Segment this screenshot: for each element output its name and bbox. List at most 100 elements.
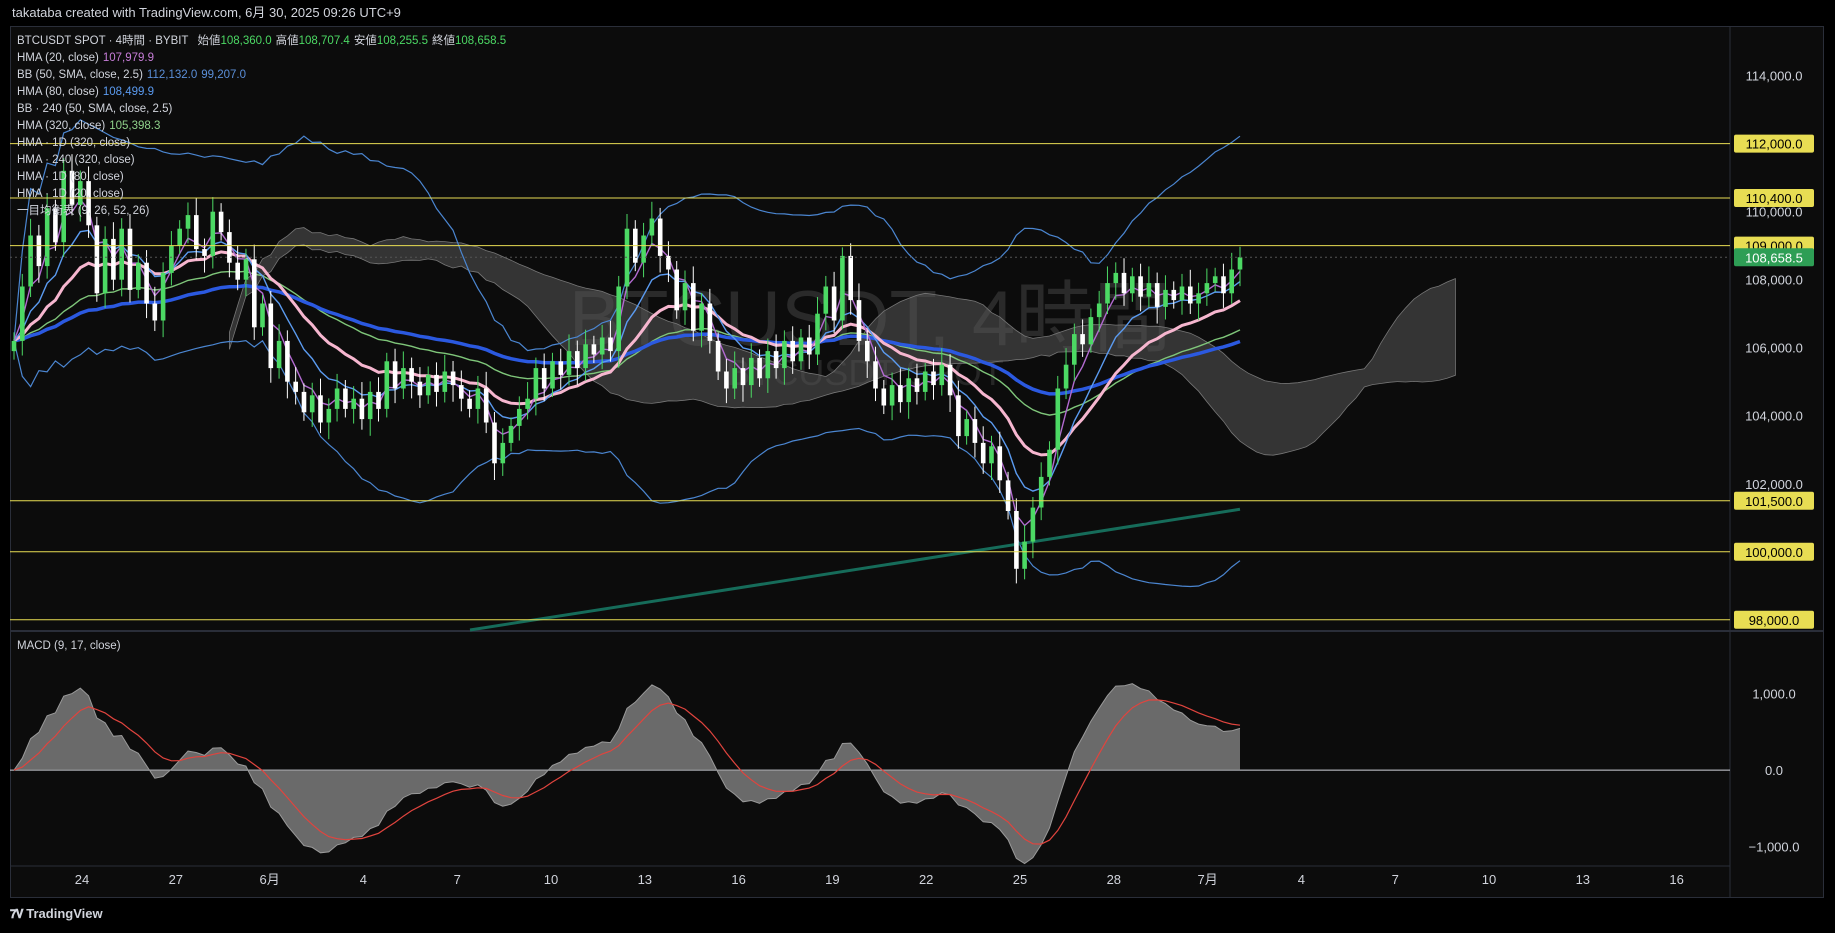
candle[interactable] [127, 228, 133, 290]
candle[interactable] [119, 228, 124, 280]
candle[interactable] [252, 259, 257, 328]
candle[interactable] [707, 303, 713, 341]
candle[interactable] [550, 361, 555, 389]
candle[interactable] [823, 286, 829, 314]
candle[interactable] [608, 337, 613, 352]
candle[interactable] [1146, 283, 1152, 297]
candle[interactable] [309, 395, 315, 413]
candle[interactable] [715, 340, 721, 372]
candle[interactable] [666, 255, 671, 270]
candle[interactable] [227, 232, 232, 263]
candle[interactable] [1030, 507, 1036, 542]
candle[interactable] [691, 283, 696, 331]
candle[interactable] [931, 371, 936, 386]
candle[interactable] [401, 368, 406, 389]
candle[interactable] [914, 378, 920, 392]
candle[interactable] [873, 361, 878, 389]
macd-label[interactable]: MACD (9, 17, close) [17, 640, 121, 652]
candle[interactable] [1121, 272, 1127, 294]
candle[interactable] [243, 259, 249, 280]
candle[interactable] [475, 388, 481, 409]
candle[interactable] [500, 442, 506, 464]
candle[interactable] [202, 249, 207, 256]
candle[interactable] [20, 286, 25, 341]
candle[interactable] [194, 215, 199, 250]
candle[interactable] [972, 419, 978, 443]
candle[interactable] [782, 340, 787, 369]
candle[interactable] [450, 371, 456, 386]
candle[interactable] [649, 218, 655, 236]
candle[interactable] [1196, 293, 1201, 304]
candle[interactable] [566, 351, 572, 375]
candle[interactable] [293, 381, 298, 392]
symbol-label[interactable]: BTCUSDT SPOT · 4時間 · BYBIT [17, 35, 188, 47]
candle[interactable] [442, 371, 448, 392]
candle[interactable] [425, 374, 431, 396]
candle[interactable] [1022, 541, 1027, 569]
candle[interactable] [964, 419, 969, 437]
candle[interactable] [483, 388, 489, 423]
candle[interactable] [1237, 257, 1243, 270]
indicator-row[interactable]: HMA · 240 (320, close) [17, 152, 506, 169]
candle[interactable] [1113, 272, 1119, 284]
candle[interactable] [160, 272, 166, 321]
candle[interactable] [682, 283, 688, 311]
candle[interactable] [525, 398, 530, 409]
candle[interactable] [848, 255, 853, 301]
candle[interactable] [1088, 317, 1094, 345]
candle[interactable] [807, 337, 812, 355]
candle[interactable] [732, 368, 737, 389]
candle[interactable] [831, 286, 837, 321]
candle[interactable] [343, 388, 348, 409]
candle[interactable] [517, 408, 522, 426]
candle[interactable] [790, 340, 795, 362]
candle[interactable] [815, 313, 820, 355]
candle[interactable] [889, 385, 895, 406]
candle[interactable] [840, 255, 845, 321]
candle[interactable] [434, 374, 439, 392]
indicator-row[interactable]: HMA · 1D (320, close) [17, 135, 506, 152]
candle[interactable] [376, 391, 381, 409]
candle[interactable] [268, 303, 274, 369]
candle[interactable] [674, 269, 679, 311]
candle[interactable] [898, 385, 903, 403]
candle[interactable] [359, 398, 365, 420]
candle[interactable] [641, 235, 646, 263]
candle[interactable] [616, 286, 621, 352]
candle[interactable] [169, 245, 174, 273]
candle[interactable] [1047, 449, 1052, 477]
candle[interactable] [492, 422, 497, 464]
candle[interactable] [1229, 269, 1234, 294]
candle[interactable] [724, 371, 729, 389]
candle[interactable] [1096, 303, 1102, 318]
candle[interactable] [558, 361, 564, 375]
candle[interactable] [1055, 388, 1061, 450]
candle[interactable] [773, 351, 779, 369]
candle[interactable] [657, 218, 663, 256]
candle[interactable] [36, 235, 42, 267]
candle[interactable] [757, 357, 762, 379]
candle[interactable] [865, 340, 870, 362]
candle[interactable] [591, 344, 597, 355]
candle[interactable] [177, 228, 182, 246]
tradingview-logo[interactable]: 𝟕𝐕 TradingView [10, 906, 103, 922]
candle[interactable] [384, 361, 390, 409]
candle[interactable] [1080, 334, 1085, 345]
candle[interactable] [235, 262, 240, 280]
indicator-row[interactable]: HMA (80, close) 108,499.9 [17, 84, 506, 101]
candle[interactable] [111, 238, 116, 280]
candle[interactable] [1063, 364, 1069, 389]
candle[interactable] [409, 368, 414, 382]
candle[interactable] [541, 368, 547, 389]
candle[interactable] [749, 357, 754, 386]
candle[interactable] [260, 303, 265, 328]
indicator-row[interactable]: 一目均衡表 (9, 26, 52, 26) [17, 203, 506, 220]
candle[interactable] [1188, 286, 1193, 304]
indicator-row[interactable]: HMA (320, close) 105,398.3 [17, 118, 506, 135]
candle[interactable] [152, 303, 158, 321]
candle[interactable] [956, 395, 961, 437]
candle[interactable] [1221, 276, 1226, 294]
candle[interactable] [467, 398, 472, 409]
candle[interactable] [765, 351, 771, 379]
candle[interactable] [1171, 289, 1177, 301]
